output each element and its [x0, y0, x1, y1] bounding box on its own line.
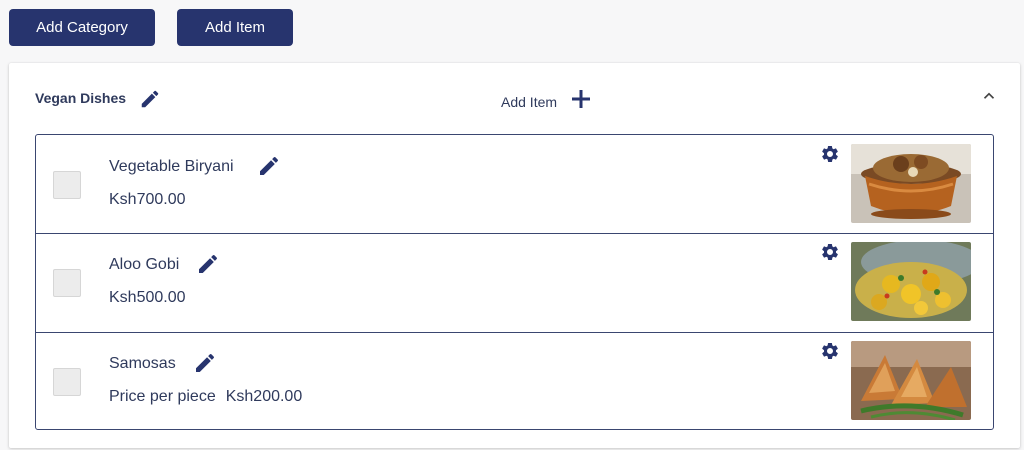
item-image [851, 144, 971, 223]
list-item: Aloo Gobi Ksh500.00 [36, 234, 993, 332]
add-category-button[interactable]: Add Category [9, 9, 155, 46]
toolbar: Add Category Add Item [9, 9, 293, 46]
edit-item-icon[interactable] [257, 154, 281, 178]
list-item: Vegetable Biryani Ksh700.00 [36, 135, 993, 233]
gear-icon[interactable] [820, 242, 840, 262]
plus-icon [569, 87, 593, 116]
chevron-up-icon[interactable] [980, 87, 998, 105]
item-price-prefix: Price per piece [109, 388, 216, 405]
item-price: Ksh500.00 [109, 289, 186, 307]
category-add-item-button[interactable]: Add Item [501, 87, 593, 116]
item-price: Ksh700.00 [109, 191, 186, 209]
edit-category-icon[interactable] [139, 88, 161, 110]
item-price-value: Ksh200.00 [225, 388, 303, 405]
item-checkbox[interactable] [53, 269, 81, 297]
category-title: Vegan Dishes [35, 90, 127, 106]
category-add-item-label: Add Item [501, 93, 558, 110]
item-name: Vegetable Biryani [109, 158, 234, 175]
item-checkbox[interactable] [53, 171, 81, 199]
list-item: Samosas Price per piece Ksh200.00 [36, 333, 993, 429]
category-panel: Vegan Dishes Add Item Vegetable Biryani … [9, 63, 1020, 448]
item-price-value: Ksh500.00 [109, 289, 186, 306]
item-price-value: Ksh700.00 [109, 191, 186, 208]
item-name: Aloo Gobi [109, 256, 180, 273]
item-price: Price per piece Ksh200.00 [109, 388, 302, 406]
add-item-button[interactable]: Add Item [177, 9, 293, 46]
category-header[interactable]: Vegan Dishes Add Item [9, 63, 1020, 133]
item-checkbox[interactable] [53, 368, 81, 396]
edit-item-icon[interactable] [193, 351, 217, 375]
item-list: Vegetable Biryani Ksh700.00 Aloo Gobi Ks… [35, 134, 994, 430]
item-name: Samosas [109, 355, 176, 372]
edit-item-icon[interactable] [196, 252, 220, 276]
gear-icon[interactable] [820, 144, 840, 164]
item-image [851, 341, 971, 420]
gear-icon[interactable] [820, 341, 840, 361]
item-image [851, 242, 971, 321]
